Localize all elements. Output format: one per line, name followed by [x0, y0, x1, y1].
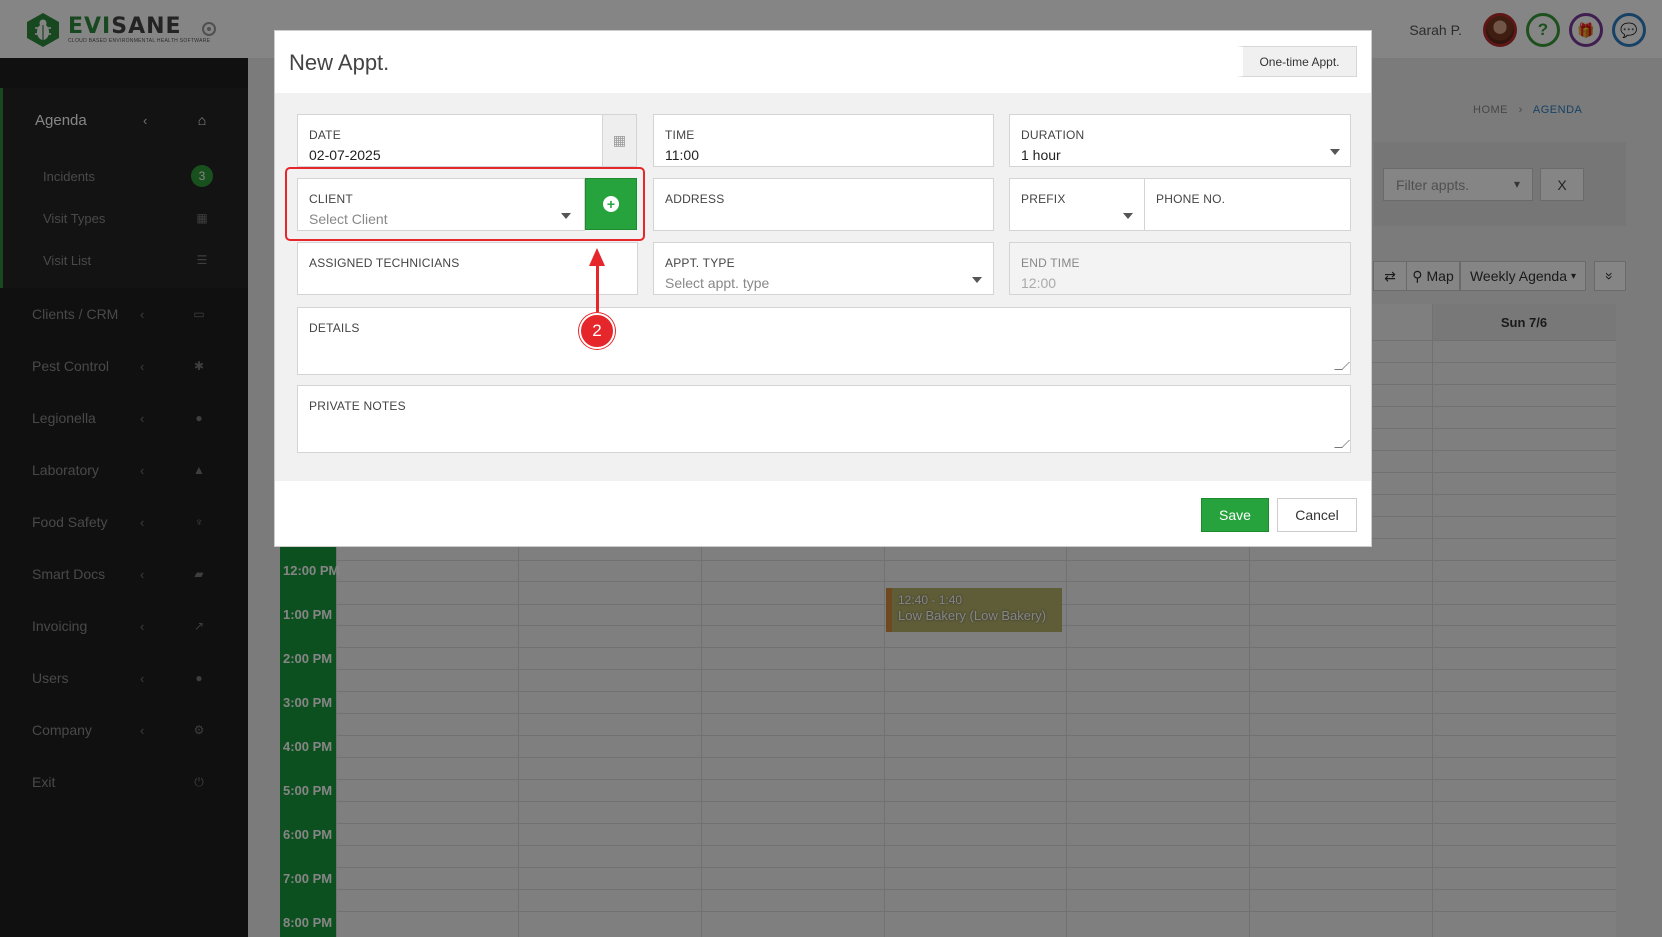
date-value: 02-07-2025 — [309, 147, 381, 163]
details-label: DETAILS — [309, 321, 360, 335]
duration-select[interactable]: DURATION 1 hour — [1009, 114, 1351, 167]
duration-value: 1 hour — [1021, 147, 1061, 163]
phone-field[interactable]: PHONE NO. — [1144, 178, 1351, 231]
appt-type-select[interactable]: APPT. TYPE Select appt. type — [653, 242, 994, 295]
address-field[interactable]: ADDRESS — [653, 178, 994, 231]
technicians-label: ASSIGNED TECHNICIANS — [309, 256, 460, 270]
one-time-appt-toggle[interactable]: One-time Appt. — [1237, 46, 1357, 77]
time-field[interactable]: TIME 11:00 — [653, 114, 994, 167]
dialog-title: New Appt. — [289, 50, 390, 75]
new-appointment-dialog: New Appt. One-time Appt. DATE 02-07-2025… — [274, 30, 1372, 547]
technicians-field[interactable]: ASSIGNED TECHNICIANS — [297, 242, 638, 295]
end-time-label: END TIME — [1021, 256, 1080, 270]
caret-down-icon — [1330, 149, 1340, 155]
private-notes-label: PRIVATE NOTES — [309, 399, 406, 413]
time-value: 11:00 — [665, 147, 699, 163]
details-textarea[interactable]: DETAILS — [297, 307, 1351, 375]
prefix-label: PREFIX — [1021, 192, 1066, 206]
date-label: DATE — [309, 128, 341, 142]
annotation-arrow — [596, 262, 599, 312]
duration-label: DURATION — [1021, 128, 1085, 142]
caret-down-icon — [972, 277, 982, 283]
prefix-select[interactable]: PREFIX — [1009, 178, 1145, 231]
step-number-badge: 2 — [579, 313, 615, 349]
calendar-icon[interactable]: ▦ — [602, 115, 636, 166]
end-time-value: 12:00 — [1021, 275, 1057, 291]
time-label: TIME — [665, 128, 695, 142]
appt-type-placeholder: Select appt. type — [665, 275, 770, 291]
dialog-header: New Appt. One-time Appt. — [275, 31, 1371, 93]
private-notes-textarea[interactable]: PRIVATE NOTES — [297, 385, 1351, 453]
appt-type-label: APPT. TYPE — [665, 256, 735, 270]
address-label: ADDRESS — [665, 192, 725, 206]
save-button[interactable]: Save — [1201, 498, 1269, 532]
cancel-button[interactable]: Cancel — [1277, 498, 1357, 532]
phone-label: PHONE NO. — [1156, 192, 1226, 206]
resize-handle-icon[interactable] — [1334, 362, 1350, 370]
date-field[interactable]: DATE 02-07-2025 ▦ — [297, 114, 637, 167]
caret-down-icon — [1123, 213, 1133, 219]
client-highlight-box — [285, 167, 645, 241]
end-time-field: END TIME 12:00 — [1009, 242, 1351, 295]
resize-handle-icon[interactable] — [1334, 440, 1350, 448]
